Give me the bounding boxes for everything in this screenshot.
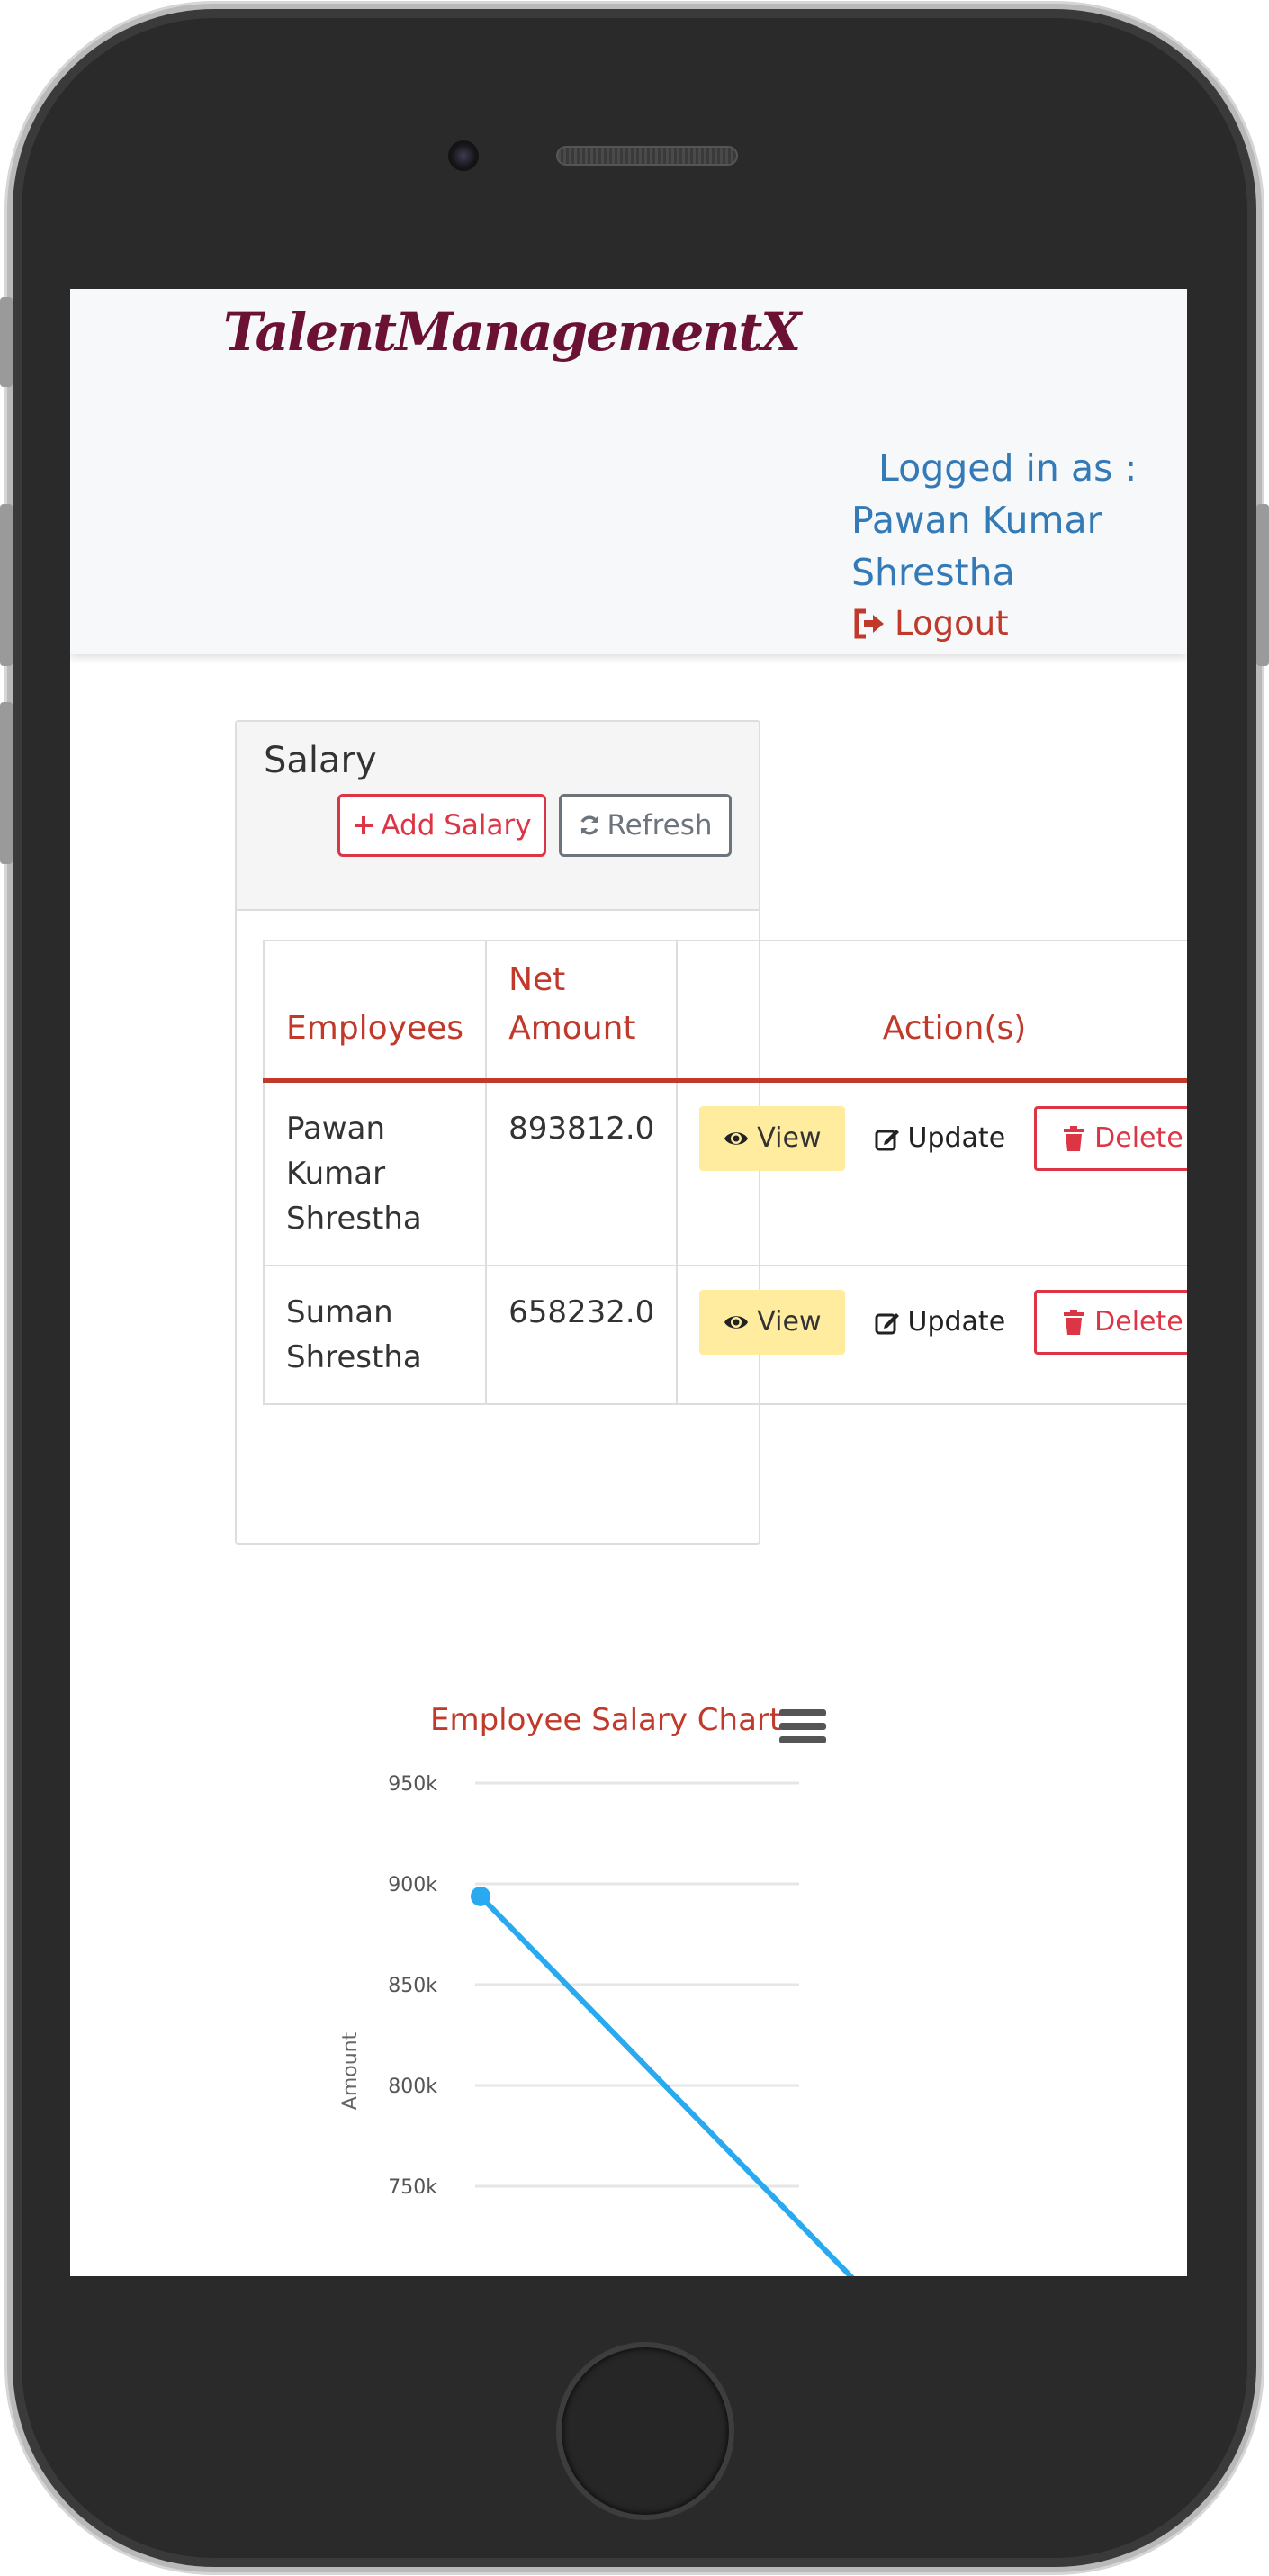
table-row: Pawan Kumar Shrestha 893812.0 View Updat…	[262, 1079, 1187, 1266]
view-button[interactable]: View	[699, 1105, 845, 1171]
volume-up-button[interactable]	[0, 504, 13, 666]
brand-logo[interactable]: TalentManagementX	[223, 302, 801, 363]
chart-plot: 950k 900k 850k 800k 750k Amount	[339, 1773, 855, 2276]
delete-button[interactable]: Delete	[1034, 1105, 1187, 1171]
home-button[interactable]	[556, 2342, 734, 2520]
view-label: View	[757, 1121, 822, 1154]
power-button[interactable]	[1256, 504, 1269, 666]
add-salary-button[interactable]: Add Salary	[338, 794, 546, 857]
panel-title: Salary	[264, 740, 377, 781]
column-header-net-amount[interactable]: Net Amount	[485, 940, 679, 1083]
update-button[interactable]: Update	[867, 1290, 1013, 1355]
y-tick-label: 850k	[388, 1975, 437, 1997]
logged-in-label: Logged in as :	[878, 446, 1138, 490]
eye-icon	[724, 1131, 749, 1145]
edit-icon	[875, 1129, 899, 1150]
camera-icon	[448, 140, 479, 171]
sign-out-icon	[854, 608, 884, 639]
table-header-row: Employees Net Amount Action(s)	[262, 940, 1187, 1083]
view-label: View	[757, 1305, 822, 1338]
actions-cell: View Update Delete	[676, 1079, 1187, 1266]
user-name: Pawan Kumar Shrestha	[851, 494, 1175, 599]
volume-down-button[interactable]	[0, 702, 13, 864]
column-header-line: Amount	[508, 1009, 636, 1047]
name-line: Kumar	[286, 1155, 386, 1192]
user-info: Logged in as : Pawan Kumar Shrestha Logo…	[851, 442, 1175, 649]
delete-button[interactable]: Delete	[1034, 1289, 1187, 1355]
column-header-employees[interactable]: Employees	[262, 940, 488, 1083]
logout-link[interactable]: Logout	[851, 599, 1175, 649]
net-amount-cell: 893812.0	[485, 1079, 679, 1266]
user-name-line: Pawan Kumar	[851, 499, 1102, 542]
update-label: Update	[907, 1305, 1006, 1338]
mute-switch[interactable]	[0, 297, 13, 387]
speaker-grille	[556, 146, 738, 166]
navbar: TalentManagementX Logged in as : Pawan K…	[70, 289, 1187, 654]
panel-header: Salary Add Salary Refresh	[237, 722, 759, 911]
net-amount-cell: 658232.0	[485, 1264, 679, 1405]
column-header-line: Net	[508, 960, 566, 998]
column-header-actions: Action(s)	[676, 940, 1187, 1083]
name-line: Suman	[286, 1293, 393, 1330]
screen: TalentManagementX Logged in as : Pawan K…	[70, 289, 1187, 2276]
edit-icon	[875, 1312, 899, 1334]
view-button[interactable]: View	[699, 1289, 845, 1355]
plus-icon	[355, 816, 374, 834]
delete-label: Delete	[1094, 1121, 1184, 1154]
update-label: Update	[907, 1121, 1006, 1154]
name-line: Shrestha	[286, 1200, 422, 1237]
name-line: Pawan	[286, 1110, 386, 1147]
trash-icon	[1064, 1125, 1084, 1151]
trash-icon	[1064, 1309, 1084, 1335]
y-tick-label: 750k	[388, 2176, 437, 2199]
y-axis-label: Amount	[339, 2031, 362, 2110]
action-group: View Update Delete	[699, 1289, 1187, 1355]
refresh-label: Refresh	[607, 809, 713, 842]
employee-name-cell: Suman Shrestha	[262, 1264, 488, 1405]
salary-table: Employees Net Amount Action(s) Pawan Kum…	[262, 940, 1187, 1405]
refresh-button[interactable]: Refresh	[559, 794, 732, 857]
table-row: Suman Shrestha 658232.0 View Update Dele…	[262, 1264, 1187, 1405]
refresh-icon	[580, 815, 599, 835]
logout-label: Logout	[895, 604, 1009, 643]
y-tick-label: 900k	[388, 1874, 437, 1896]
data-point[interactable]	[471, 1886, 490, 1906]
actions-cell: View Update Delete	[676, 1264, 1187, 1405]
eye-icon	[724, 1315, 749, 1329]
employee-name-cell: Pawan Kumar Shrestha	[262, 1079, 488, 1266]
action-group: View Update Delete	[699, 1105, 1187, 1171]
update-button[interactable]: Update	[867, 1106, 1013, 1171]
y-tick-label: 800k	[388, 2076, 437, 2098]
add-salary-label: Add Salary	[381, 809, 532, 842]
delete-label: Delete	[1094, 1305, 1184, 1338]
salary-chart: Employee Salary Chart 950k 900k 850k 800k 75…	[250, 1693, 862, 2276]
user-name-line: Shrestha	[851, 551, 1015, 594]
y-tick-label: 950k	[388, 1773, 437, 1796]
name-line: Shrestha	[286, 1338, 422, 1375]
